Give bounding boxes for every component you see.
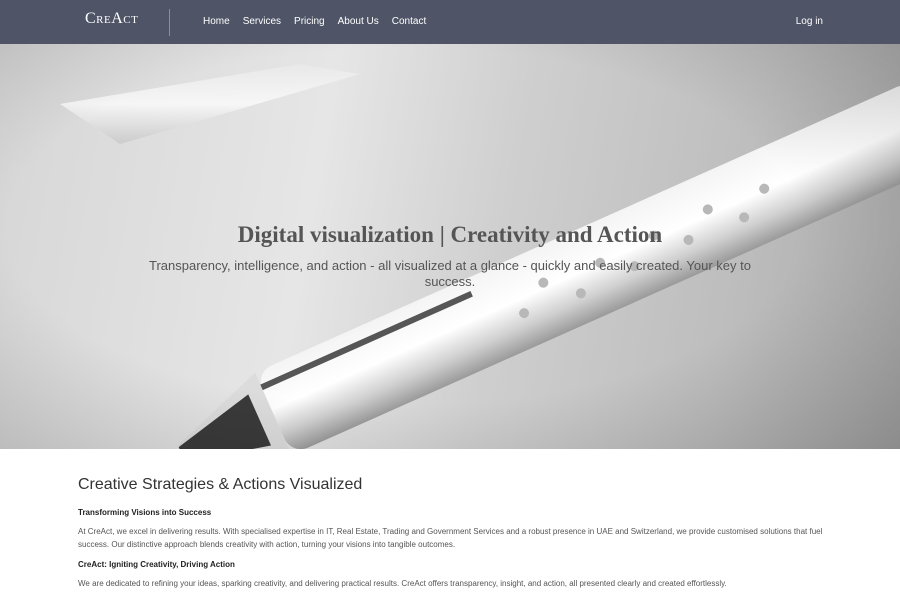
hero-banner: Digital visualization | Creativity and A… (0, 44, 900, 449)
site-logo[interactable]: CreAct (85, 10, 138, 28)
intro-paragraph: At CreAct, we excel in delivering result… (78, 527, 823, 549)
hero-title: Digital visualization | Creativity and A… (237, 222, 663, 248)
main-nav: Home Services Pricing About Us Contact (203, 16, 439, 27)
top-navbar: CreAct Home Services Pricing About Us Co… (0, 0, 900, 44)
nav-link-about-us[interactable]: About Us (338, 16, 379, 27)
dedication-paragraph: We are dedicated to refining your ideas,… (78, 579, 727, 588)
hero-subtitle: Transparency, intelligence, and action -… (149, 258, 751, 289)
sub-heading-igniting-creativity: CreAct: Igniting Creativity, Driving Act… (78, 560, 235, 569)
intro-section: Creative Strategies & Actions Visualized… (78, 449, 828, 598)
nav-divider (169, 9, 170, 36)
nav-link-services[interactable]: Services (243, 16, 281, 27)
nav-link-pricing[interactable]: Pricing (294, 16, 325, 27)
sub-heading-transforming-visions: Transforming Visions into Success (78, 508, 212, 517)
login-link[interactable]: Log in (796, 16, 823, 27)
nav-link-home[interactable]: Home (203, 16, 230, 27)
section-title: Creative Strategies & Actions Visualized (78, 476, 363, 493)
nav-link-contact[interactable]: Contact (392, 16, 426, 27)
